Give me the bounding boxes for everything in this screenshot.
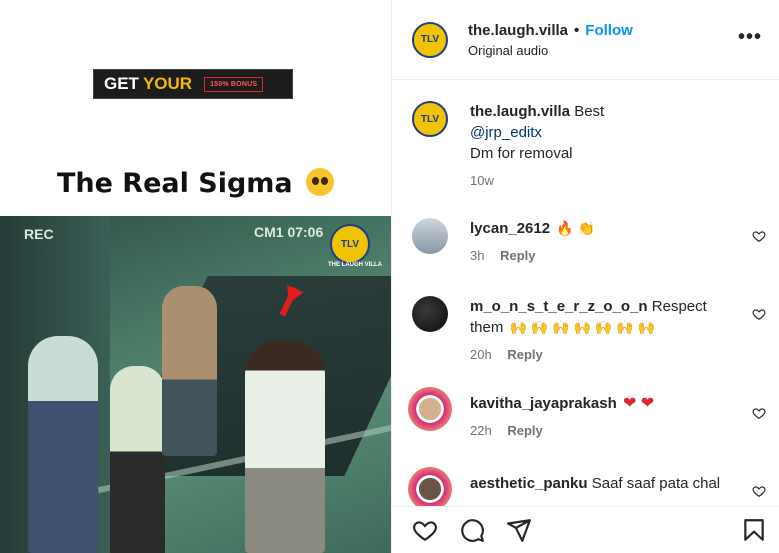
- video-cam-label: CM1 07:06: [254, 224, 324, 240]
- comment-meta: 20h Reply: [470, 344, 740, 365]
- comment-emoji: 🔥 👏: [556, 220, 596, 236]
- video-person: [245, 341, 325, 553]
- video-person: [28, 336, 98, 553]
- pleading-face-icon: [306, 168, 335, 196]
- comment-emoji: ❤ ❤: [622, 395, 655, 412]
- video-rec-label: REC: [24, 226, 54, 242]
- comment-text: Saaf saaf pata chal: [591, 475, 721, 492]
- small-heart-icon[interactable]: [752, 229, 766, 243]
- comment-time: 3h: [470, 248, 485, 263]
- caption-mention[interactable]: @jrp_editx: [470, 122, 740, 143]
- like-icon[interactable]: [412, 517, 438, 543]
- media-title-text: The Real Sigma: [56, 168, 293, 199]
- comment-meta: 3h Reply: [470, 245, 740, 266]
- small-heart-icon[interactable]: [752, 307, 766, 321]
- small-heart-icon[interactable]: [752, 406, 766, 420]
- comment-body: lycan_2612 🔥 👏 3h Reply: [470, 218, 740, 266]
- post-side-panel: TLV the.laugh.villa • Follow Original au…: [391, 0, 779, 553]
- comment-time: 20h: [470, 347, 492, 362]
- comment-icon[interactable]: [459, 517, 485, 543]
- comment-username[interactable]: lycan_2612: [470, 220, 550, 237]
- caption-text-2: Dm for removal: [470, 145, 573, 162]
- banner-your-text: YOUR: [142, 74, 193, 93]
- header-meta: the.laugh.villa • Follow Original audio: [468, 22, 633, 58]
- avatar[interactable]: [412, 218, 448, 254]
- video-frame[interactable]: REC CM1 07:06 TLV THE LAUGH VILLA: [0, 216, 391, 553]
- avatar[interactable]: TLV: [412, 21, 448, 58]
- follow-button[interactable]: Follow: [585, 22, 633, 39]
- header-line: the.laugh.villa • Follow: [468, 22, 633, 39]
- comment-item: m_o_n_s_t_e_r_z_o_o_n Respect them 🙌 🙌 🙌…: [412, 296, 762, 365]
- header-username[interactable]: the.laugh.villa: [468, 22, 568, 39]
- avatar[interactable]: [408, 387, 452, 431]
- comment-username[interactable]: m_o_n_s_t_e_r_z_o_o_n: [470, 298, 648, 315]
- save-icon[interactable]: [741, 517, 767, 543]
- avatar[interactable]: [412, 296, 448, 332]
- post-header: TLV the.laugh.villa • Follow Original au…: [392, 0, 779, 80]
- watermark-subtitle: THE LAUGH VILLA: [328, 262, 382, 268]
- video-person: [110, 366, 165, 553]
- comment-meta: 22h Reply: [470, 420, 740, 441]
- video-person: [162, 286, 217, 456]
- caption-time: 10w: [470, 173, 494, 188]
- avatar[interactable]: [408, 467, 452, 506]
- comment-time: 22h: [470, 423, 492, 438]
- caption-text: Best: [574, 103, 605, 120]
- caption-body: the.laugh.villa Best @jrp_editx Dm for r…: [470, 101, 740, 191]
- comment-emoji: 🙌 🙌 🙌 🙌 🙌 🙌 🙌: [509, 319, 655, 335]
- small-heart-icon[interactable]: [752, 484, 766, 498]
- comment-item: aesthetic_panku Saaf saaf pata chal: [408, 467, 762, 506]
- reply-button[interactable]: Reply: [500, 248, 535, 263]
- media-title: The Real Sigma: [0, 168, 391, 199]
- ad-banner: GET YOUR 150% BONUS: [93, 69, 293, 99]
- comment-body: m_o_n_s_t_e_r_z_o_o_n Respect them 🙌 🙌 🙌…: [470, 296, 740, 365]
- original-audio-link[interactable]: Original audio: [468, 43, 633, 58]
- comment-username[interactable]: kavitha_jayaprakash: [470, 395, 617, 412]
- share-icon[interactable]: [506, 517, 532, 543]
- banner-bonus-badge: 150% BONUS: [204, 76, 264, 92]
- more-options-icon[interactable]: •••: [738, 26, 762, 49]
- caption: TLV the.laugh.villa Best @jrp_editx Dm f…: [412, 101, 762, 191]
- avatar[interactable]: TLV: [412, 101, 448, 137]
- banner-get-text: GET: [104, 74, 139, 93]
- watermark-logo: TLV: [330, 224, 370, 264]
- comment-body: kavitha_jayaprakash ❤ ❤ 22h Reply: [470, 393, 740, 441]
- post-media[interactable]: GET YOUR 150% BONUS The Real Sigma REC C…: [0, 0, 391, 553]
- reply-button[interactable]: Reply: [507, 347, 542, 362]
- post-actions-bar: [392, 506, 779, 553]
- comments-list[interactable]: TLV the.laugh.villa Best @jrp_editx Dm f…: [392, 81, 779, 506]
- header-separator: •: [574, 21, 580, 39]
- comment-item: lycan_2612 🔥 👏 3h Reply: [412, 218, 762, 266]
- caption-username[interactable]: the.laugh.villa: [470, 103, 570, 120]
- reply-button[interactable]: Reply: [507, 423, 542, 438]
- comment-username[interactable]: aesthetic_panku: [470, 475, 588, 492]
- comment-item: kavitha_jayaprakash ❤ ❤ 22h Reply: [408, 387, 762, 441]
- comment-body: aesthetic_panku Saaf saaf pata chal: [470, 473, 740, 506]
